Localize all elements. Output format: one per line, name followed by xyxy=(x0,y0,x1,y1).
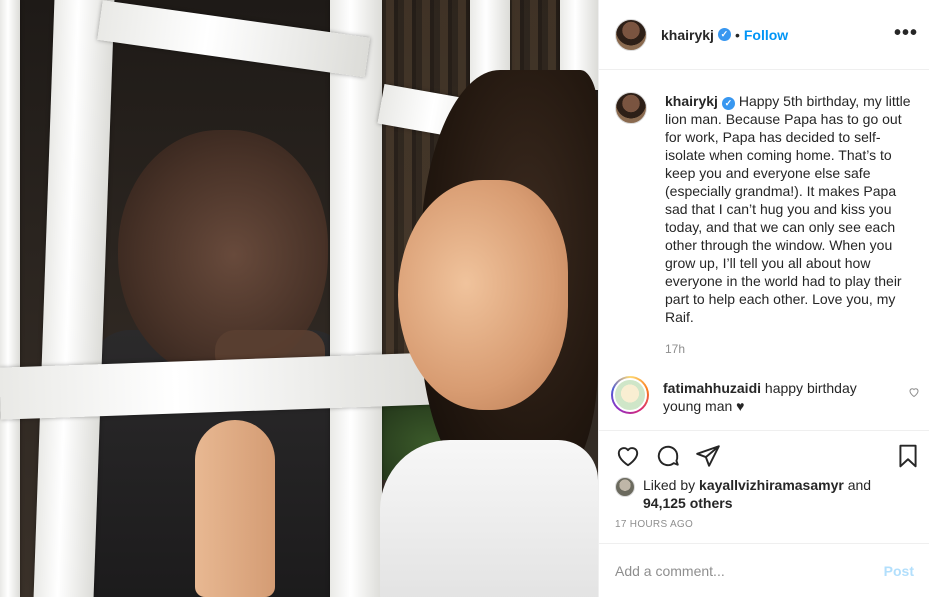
photo-child-shirt xyxy=(380,440,598,597)
author-username[interactable]: khairykj xyxy=(661,27,714,43)
liker-avatar[interactable] xyxy=(615,477,635,497)
more-options-icon[interactable]: ••• xyxy=(894,22,918,45)
caption-author-avatar[interactable] xyxy=(615,92,647,124)
window-frame xyxy=(0,0,20,597)
caption-text: Happy 5th birthday, my little lion man. … xyxy=(665,93,911,325)
post-comment-button[interactable]: Post xyxy=(884,563,914,579)
likes-summary: Liked by kayallvizhiramasamyr and 94,125… xyxy=(615,476,915,512)
likes-prefix: Liked by xyxy=(643,477,696,493)
comment-body: fatimahhuzaidi happy birthday young man … xyxy=(663,376,883,415)
post-image[interactable] xyxy=(0,0,598,597)
likes-text: Liked by kayallvizhiramasamyr and 94,125… xyxy=(643,476,915,512)
caption-body: khairykj ✓ Happy 5th birthday, my little … xyxy=(665,92,915,326)
comment-like-icon[interactable] xyxy=(908,386,920,401)
separator-dot: • xyxy=(734,26,740,43)
author-avatar[interactable] xyxy=(615,18,647,51)
save-bookmark-icon[interactable] xyxy=(895,443,921,469)
commenter-username[interactable]: fatimahhuzaidi xyxy=(663,380,761,396)
post-header: khairykj ✓ • Follow ••• xyxy=(599,0,929,70)
follow-button[interactable]: Follow xyxy=(744,27,788,43)
photo-child-hand xyxy=(195,420,275,597)
caption-username[interactable]: khairykj xyxy=(665,93,718,109)
verified-badge-icon: ✓ xyxy=(717,28,731,41)
post-timestamp[interactable]: 17 HOURS AGO xyxy=(615,519,693,530)
like-heart-icon[interactable] xyxy=(615,443,641,469)
liker-username[interactable]: kayallvizhiramasamyr xyxy=(699,477,844,493)
photo-child-face xyxy=(398,180,568,410)
action-bar xyxy=(599,430,929,480)
caption-time: 17h xyxy=(665,342,686,356)
commenter-avatar[interactable] xyxy=(611,376,649,414)
add-comment-bar: Post xyxy=(599,543,929,597)
share-paper-plane-icon[interactable] xyxy=(695,443,721,469)
likes-connector: and xyxy=(847,477,872,493)
window-frame xyxy=(330,0,382,597)
comment-item: fatimahhuzaidi happy birthday young man … xyxy=(611,376,920,415)
verified-badge-icon: ✓ xyxy=(721,97,735,110)
likes-others-count[interactable]: 94,125 others xyxy=(643,495,733,511)
post-caption: khairykj ✓ Happy 5th birthday, my little … xyxy=(615,92,915,326)
comment-input[interactable] xyxy=(615,562,884,579)
comment-bubble-icon[interactable] xyxy=(655,443,681,469)
post-panel: khairykj ✓ • Follow ••• khairykj ✓ Happy … xyxy=(598,0,929,597)
